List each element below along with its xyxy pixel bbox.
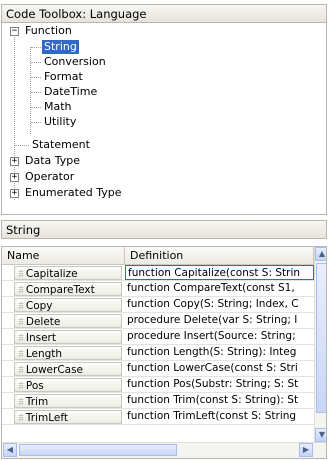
grip-dots-icon[interactable]: ⠿ [18,366,24,375]
function-grid[interactable]: Name Definition ⠿ Capitalize function Capi… [1,246,327,459]
row-name-cell[interactable]: ⠿ Trim [14,394,122,408]
row-definition-cell[interactable]: function Length(S: String): Integ [125,345,314,360]
row-name-label: Capitalize [25,268,78,280]
tree-node-datetime[interactable]: DateTime [44,85,97,99]
table-row[interactable]: ⠿ Copy function Copy(S: String; Index, C [2,297,314,313]
row-name-label: Copy [25,300,53,312]
arrow-left-icon[interactable]: ◀ [3,443,17,457]
expand-icon[interactable]: + [10,189,19,198]
grip-dots-icon[interactable]: ⠿ [18,286,24,295]
row-name-cell[interactable]: ⠿ TrimLeft [14,410,122,424]
row-name-cell[interactable]: ⠿ Length [14,346,122,360]
row-name-label: CompareText [25,284,95,296]
row-name-cell[interactable]: ⠿ CompareText [14,282,122,296]
horizontal-scroll-thumb[interactable] [19,444,177,456]
language-tree[interactable]: − Function String Conversion Format Date… [1,23,327,215]
row-definition-cell[interactable]: function TrimLeft(const S: String [125,409,314,424]
grip-dots-icon[interactable]: ⠿ [18,398,24,407]
table-row[interactable]: ⠿ TrimLeft function TrimLeft(const S: Stri… [2,409,314,425]
tree-guide-line [31,47,41,48]
table-row[interactable]: ⠿ Capitalize function Capitalize(const S: … [2,265,314,281]
row-name-cell[interactable]: ⠿ Capitalize [14,266,122,280]
tree-guide-line [31,62,41,63]
grip-dots-icon[interactable]: ⠿ [18,334,24,343]
table-row[interactable]: ⠿ LowerCase function LowerCase(const S: St… [2,361,314,377]
row-definition-cell[interactable]: procedure Insert(Source: String; [125,329,314,344]
tree-node-format[interactable]: Format [44,70,83,84]
grip-dots-icon[interactable]: ⠿ [18,318,24,327]
arrow-down-icon[interactable]: ▼ [315,428,326,442]
tree-node-math[interactable]: Math [44,100,72,114]
grip-dots-icon[interactable]: ⠿ [18,382,24,391]
row-definition-cell[interactable]: procedure Delete(var S: String; I [125,313,314,328]
tree-node-statement[interactable]: Statement [32,138,90,152]
tree-node-conversion[interactable]: Conversion [44,55,106,69]
row-name-label: Insert [25,332,56,344]
row-name-cell[interactable]: ⠿ Delete [14,314,122,328]
horizontal-scrollbar[interactable]: ◀ ▶ [2,442,326,458]
expand-icon[interactable]: + [10,157,19,166]
tree-node-data-type[interactable]: Data Type [25,154,80,168]
tree-guide-line [31,107,41,108]
arrow-up-icon[interactable]: ▲ [315,247,326,261]
tree-node-function[interactable]: Function [25,24,72,38]
row-name-label: Trim [25,396,49,408]
grip-dots-icon[interactable]: ⠿ [18,350,24,359]
column-header-definition[interactable]: Definition [125,247,314,265]
arrow-right-icon[interactable]: ▶ [299,443,313,457]
collapse-icon[interactable]: − [10,27,19,36]
grip-dots-icon[interactable]: ⠿ [18,270,24,279]
tree-guide-line [31,77,41,78]
grip-dots-icon[interactable]: ⠿ [18,302,24,311]
row-definition-cell[interactable]: function Trim(const S: String): St [125,393,314,408]
vertical-scroll-thumb[interactable] [316,263,326,413]
row-definition-cell[interactable]: function CompareText(const S1, [125,281,314,296]
row-name-cell[interactable]: ⠿ Copy [14,298,122,312]
tree-node-string[interactable]: String [42,40,79,54]
row-name-cell[interactable]: ⠿ Insert [14,330,122,344]
row-name-label: Delete [25,316,61,328]
tree-node-utility[interactable]: Utility [44,115,76,129]
table-row[interactable]: ⠿ Delete procedure Delete(var S: String; I [2,313,314,329]
grip-dots-icon[interactable]: ⠿ [18,414,24,423]
tree-node-enumerated-type[interactable]: Enumerated Type [25,186,121,200]
row-name-label: TrimLeft [25,412,68,424]
row-name-label: Pos [25,380,44,392]
table-row[interactable]: ⠿ Pos function Pos(Substr: String; S: St [2,377,314,393]
row-definition-cell[interactable]: function Capitalize(const S: Strin [125,265,314,280]
row-name-label: LowerCase [25,364,84,376]
tree-guide-line [31,92,41,93]
row-name-cell[interactable]: ⠿ LowerCase [14,362,122,376]
toolbox-title: Code Toolbox: Language [1,4,327,23]
column-header-name[interactable]: Name [2,247,125,265]
tree-guide-line [31,122,41,123]
string-panel-title: String [1,220,327,239]
table-row[interactable]: ⠿ Trim function Trim(const S: String): St [2,393,314,409]
tree-node-operator[interactable]: Operator [25,170,74,184]
row-name-cell[interactable]: ⠿ Pos [14,378,122,392]
tree-guide-line [15,145,29,146]
table-row[interactable]: ⠿ Insert procedure Insert(Source: String; [2,329,314,345]
row-definition-cell[interactable]: function Pos(Substr: String; S: St [125,377,314,392]
row-name-label: Length [25,348,63,360]
row-definition-cell[interactable]: function LowerCase(const S: Stri [125,361,314,376]
row-definition-cell[interactable]: function Copy(S: String; Index, C [125,297,314,312]
table-row[interactable]: ⠿ CompareText function CompareText(const S… [2,281,314,297]
expand-icon[interactable]: + [10,173,19,182]
tree-guide-line [30,47,31,134]
vertical-scrollbar[interactable]: ▲ ▼ [314,247,326,443]
table-row[interactable]: ⠿ Length function Length(S: String): Integ [2,345,314,361]
